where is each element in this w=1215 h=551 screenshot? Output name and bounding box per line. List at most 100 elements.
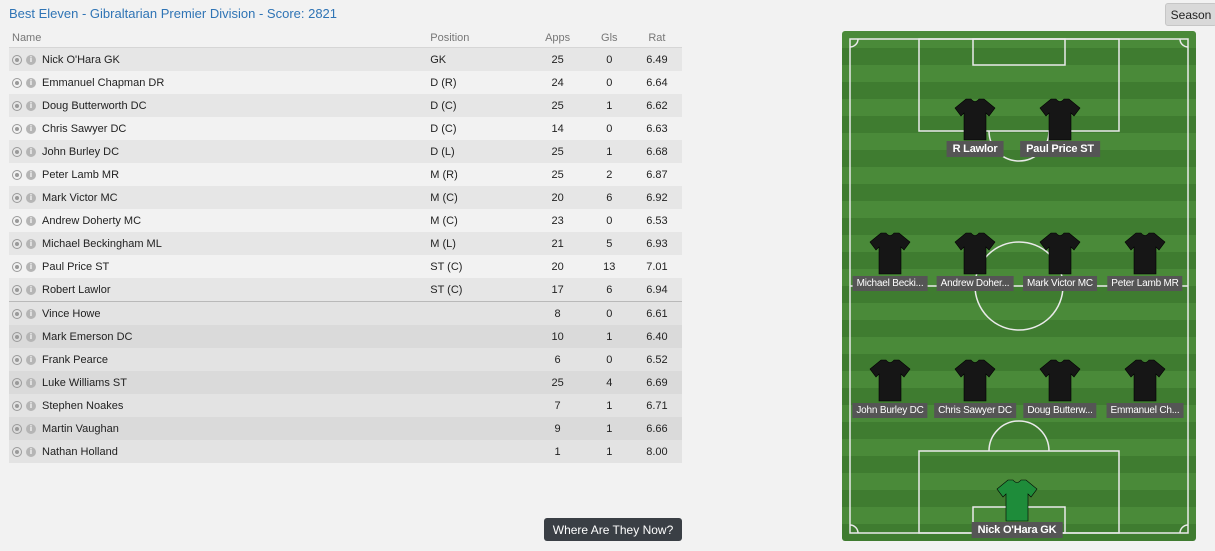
target-icon[interactable] — [12, 446, 22, 457]
target-icon[interactable] — [12, 54, 22, 65]
pitch-player-slot[interactable]: Doug Butterw... — [1020, 358, 1100, 418]
target-icon[interactable] — [12, 146, 22, 157]
player-name[interactable]: Nathan Holland — [42, 446, 118, 458]
pitch-player-slot[interactable]: Michael Becki... — [850, 231, 930, 291]
info-icon[interactable]: i — [26, 192, 36, 203]
table-row[interactable]: i Mark Emerson DC 10 1 6.40 — [9, 325, 682, 348]
table-row[interactable]: i Andrew Doherty MC M (C) 23 0 6.53 — [9, 209, 682, 232]
player-name[interactable]: Doug Butterworth DC — [42, 100, 147, 112]
player-position — [430, 440, 529, 463]
player-position: D (L) — [430, 140, 529, 163]
table-row[interactable]: i Michael Beckingham ML M (L) 21 5 6.93 — [9, 232, 682, 255]
table-row[interactable]: i Martin Vaughan 9 1 6.66 — [9, 417, 682, 440]
info-icon[interactable]: i — [26, 446, 36, 457]
pitch-player-label: Nick O'Hara GK — [971, 522, 1063, 538]
column-header-rat[interactable]: Rat — [631, 28, 682, 48]
pitch-player-slot[interactable]: Paul Price ST — [1020, 97, 1100, 157]
pitch-player-slot[interactable]: Chris Sawyer DC — [934, 358, 1016, 418]
player-position — [430, 348, 529, 371]
info-icon[interactable]: i — [26, 238, 36, 249]
player-name[interactable]: Mark Victor MC — [42, 192, 118, 204]
pitch-player-slot[interactable]: Peter Lamb MR — [1105, 231, 1185, 291]
info-icon[interactable]: i — [26, 146, 36, 157]
table-row[interactable]: i Nick O'Hara GK GK 25 0 6.49 — [9, 47, 682, 71]
player-rating: 6.40 — [631, 325, 682, 348]
table-row[interactable]: i Stephen Noakes 7 1 6.71 — [9, 394, 682, 417]
column-header-name[interactable]: Name — [9, 28, 431, 48]
info-icon[interactable]: i — [26, 331, 36, 342]
info-icon[interactable]: i — [26, 423, 36, 434]
player-name[interactable]: Martin Vaughan — [42, 423, 119, 435]
target-icon[interactable] — [12, 284, 22, 295]
table-row[interactable]: i Doug Butterworth DC D (C) 25 1 6.62 — [9, 94, 682, 117]
player-apps: 7 — [528, 394, 587, 417]
target-icon[interactable] — [12, 169, 22, 180]
player-name[interactable]: Nick O'Hara GK — [42, 54, 120, 66]
info-icon[interactable]: i — [26, 308, 36, 319]
info-icon[interactable]: i — [26, 400, 36, 411]
target-icon[interactable] — [12, 331, 22, 342]
table-row[interactable]: i Robert Lawlor ST (C) 17 6 6.94 — [9, 278, 682, 302]
info-icon[interactable]: i — [26, 77, 36, 88]
table-row[interactable]: i Frank Pearce 6 0 6.52 — [9, 348, 682, 371]
target-icon[interactable] — [12, 77, 22, 88]
info-icon[interactable]: i — [26, 169, 36, 180]
info-icon[interactable]: i — [26, 284, 36, 295]
column-header-apps[interactable]: Apps — [528, 28, 587, 48]
target-icon[interactable] — [12, 377, 22, 388]
player-name[interactable]: Andrew Doherty MC — [42, 215, 141, 227]
info-icon[interactable]: i — [26, 100, 36, 111]
table-row[interactable]: i John Burley DC D (L) 25 1 6.68 — [9, 140, 682, 163]
target-icon[interactable] — [12, 261, 22, 272]
target-icon[interactable] — [12, 100, 22, 111]
table-row[interactable]: i Luke Williams ST 25 4 6.69 — [9, 371, 682, 394]
target-icon[interactable] — [12, 308, 22, 319]
player-name[interactable]: Robert Lawlor — [42, 284, 110, 296]
table-row[interactable]: i Mark Victor MC M (C) 20 6 6.92 — [9, 186, 682, 209]
pitch-player-slot[interactable]: Nick O'Hara GK — [971, 478, 1063, 538]
player-name[interactable]: Stephen Noakes — [42, 400, 123, 412]
player-name[interactable]: John Burley DC — [42, 146, 119, 158]
player-position: M (C) — [430, 186, 529, 209]
info-icon[interactable]: i — [26, 215, 36, 226]
target-icon[interactable] — [12, 192, 22, 203]
player-name[interactable]: Emmanuel Chapman DR — [42, 77, 164, 89]
pitch-player-slot[interactable]: Mark Victor MC — [1020, 231, 1100, 291]
table-row[interactable]: i Chris Sawyer DC D (C) 14 0 6.63 — [9, 117, 682, 140]
player-name[interactable]: Peter Lamb MR — [42, 169, 119, 181]
column-header-gls[interactable]: Gls — [586, 28, 632, 48]
player-name[interactable]: Mark Emerson DC — [42, 331, 132, 343]
player-goals: 0 — [586, 209, 632, 232]
player-name[interactable]: Paul Price ST — [42, 261, 109, 273]
column-header-position[interactable]: Position — [430, 28, 529, 48]
player-name[interactable]: Vince Howe — [42, 308, 101, 320]
pitch-player-slot[interactable]: John Burley DC — [850, 358, 930, 418]
target-icon[interactable] — [12, 238, 22, 249]
table-row[interactable]: i Peter Lamb MR M (R) 25 2 6.87 — [9, 163, 682, 186]
table-row[interactable]: i Nathan Holland 1 1 8.00 — [9, 440, 682, 463]
season-button[interactable]: Season — [1165, 3, 1215, 26]
table-row[interactable]: i Vince Howe 8 0 6.61 — [9, 301, 682, 325]
shirt-icon — [954, 359, 996, 402]
player-name[interactable]: Michael Beckingham ML — [42, 238, 162, 250]
pitch-player-slot[interactable]: Emmanuel Ch... — [1105, 358, 1185, 418]
info-icon[interactable]: i — [26, 354, 36, 365]
player-rating: 6.94 — [631, 278, 682, 302]
table-row[interactable]: i Emmanuel Chapman DR D (R) 24 0 6.64 — [9, 71, 682, 94]
target-icon[interactable] — [12, 354, 22, 365]
target-icon[interactable] — [12, 123, 22, 134]
player-name[interactable]: Chris Sawyer DC — [42, 123, 126, 135]
info-icon[interactable]: i — [26, 261, 36, 272]
target-icon[interactable] — [12, 215, 22, 226]
target-icon[interactable] — [12, 423, 22, 434]
player-name[interactable]: Frank Pearce — [42, 354, 108, 366]
where-are-they-now-button[interactable]: Where Are They Now? — [544, 518, 682, 541]
table-row[interactable]: i Paul Price ST ST (C) 20 13 7.01 — [9, 255, 682, 278]
target-icon[interactable] — [12, 400, 22, 411]
pitch-player-slot[interactable]: Andrew Doher... — [935, 231, 1015, 291]
info-icon[interactable]: i — [26, 123, 36, 134]
player-name[interactable]: Luke Williams ST — [42, 377, 127, 389]
info-icon[interactable]: i — [26, 377, 36, 388]
pitch-player-slot[interactable]: R Lawlor — [935, 97, 1015, 157]
info-icon[interactable]: i — [26, 54, 36, 65]
